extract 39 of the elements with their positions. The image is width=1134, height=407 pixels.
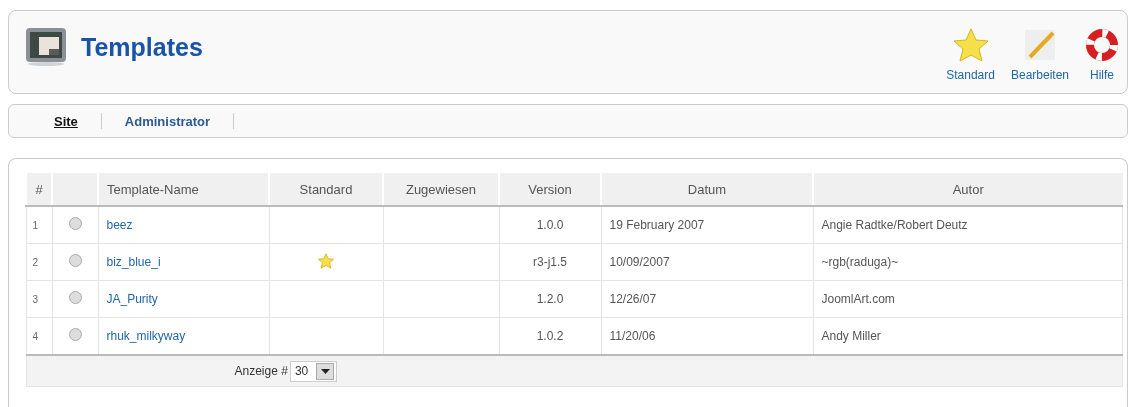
display-count-label: Anzeige # xyxy=(234,364,288,378)
page-size-select[interactable]: 30 xyxy=(289,360,338,382)
column-header[interactable]: Standard xyxy=(269,173,383,206)
row-number: 1 xyxy=(26,206,52,244)
version-cell: r3-j1.5 xyxy=(499,243,601,281)
radio-button[interactable] xyxy=(68,254,82,267)
column-header: # xyxy=(26,173,52,206)
author-cell: ~rgb(raduga)~ xyxy=(813,243,1123,281)
version-cell: 1.0.0 xyxy=(499,206,601,244)
date-cell: 19 February 2007 xyxy=(601,206,813,244)
help-button[interactable]: Hilfe xyxy=(1081,28,1123,82)
template-link[interactable]: biz_blue_i xyxy=(106,255,161,269)
standard-button[interactable]: Standard xyxy=(942,28,999,82)
submenu-tab[interactable]: Site xyxy=(49,113,83,129)
author-cell: JoomlArt.com xyxy=(813,280,1123,318)
page-title: Templates xyxy=(81,32,203,62)
star-icon xyxy=(952,28,989,62)
column-header[interactable]: Zugewiesen xyxy=(383,173,499,206)
edit-button[interactable]: Bearbeiten xyxy=(1006,28,1073,82)
template-link[interactable]: JA_Purity xyxy=(106,292,158,306)
column-header[interactable]: Autor xyxy=(813,173,1123,206)
author-cell: Angie Radtke/Robert Deutz xyxy=(813,206,1123,244)
date-cell: 10/09/2007 xyxy=(601,243,813,281)
template-link[interactable]: beez xyxy=(106,218,133,232)
row-number: 2 xyxy=(26,243,52,281)
radio-button[interactable] xyxy=(68,291,82,304)
star-icon xyxy=(318,252,334,269)
radio-button[interactable] xyxy=(68,328,82,341)
lifebuoy-icon xyxy=(1085,28,1119,62)
template-screen-icon xyxy=(25,27,67,67)
column-header[interactable]: Version xyxy=(499,173,601,206)
version-cell: 1.2.0 xyxy=(499,280,601,318)
radio-button[interactable] xyxy=(68,217,82,230)
column-header[interactable]: Datum xyxy=(601,173,813,206)
template-link[interactable]: rhuk_milkyway xyxy=(106,329,186,343)
row-number: 3 xyxy=(26,280,52,318)
column-header[interactable]: Template-Name xyxy=(98,173,269,206)
submenu-tab[interactable]: Administrator xyxy=(119,113,216,129)
date-cell: 12/26/07 xyxy=(601,280,813,318)
